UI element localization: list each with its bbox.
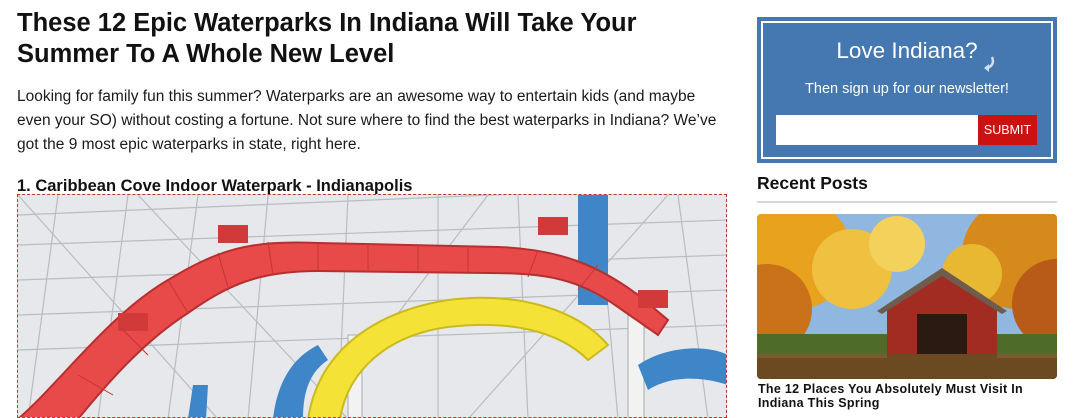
recent-post-thumbnail[interactable] [757,214,1057,379]
newsletter-subtitle: Then sign up for our newsletter! [805,81,1009,97]
email-input[interactable] [776,115,978,145]
article-main: These 12 Epic Waterparks In Indiana Will… [17,8,729,196]
newsletter-form: SUBMIT [776,115,1037,145]
newsletter-box: Love Indiana? Then sign up for our newsl… [757,17,1057,163]
newsletter-title: Love Indiana? [836,38,978,63]
section-heading: 1. Caribbean Cove Indoor Waterpark - Ind… [17,177,413,195]
recent-posts-heading: Recent Posts [757,173,868,193]
recent-posts-divider [757,201,1057,203]
curved-arrow-icon [984,56,995,72]
newsletter-frame: Love Indiana? Then sign up for our newsl… [761,21,1053,159]
waterpark-photo [17,194,727,418]
submit-button[interactable]: SUBMIT [978,115,1037,145]
article-title: These 12 Epic Waterparks In Indiana Will… [17,9,637,68]
sidebar: Love Indiana? Then sign up for our newsl… [757,17,1057,410]
recent-post-title[interactable]: The 12 Places You Absolutely Must Visit … [758,382,1054,410]
article-intro: Looking for family fun this summer? Wate… [17,88,717,153]
